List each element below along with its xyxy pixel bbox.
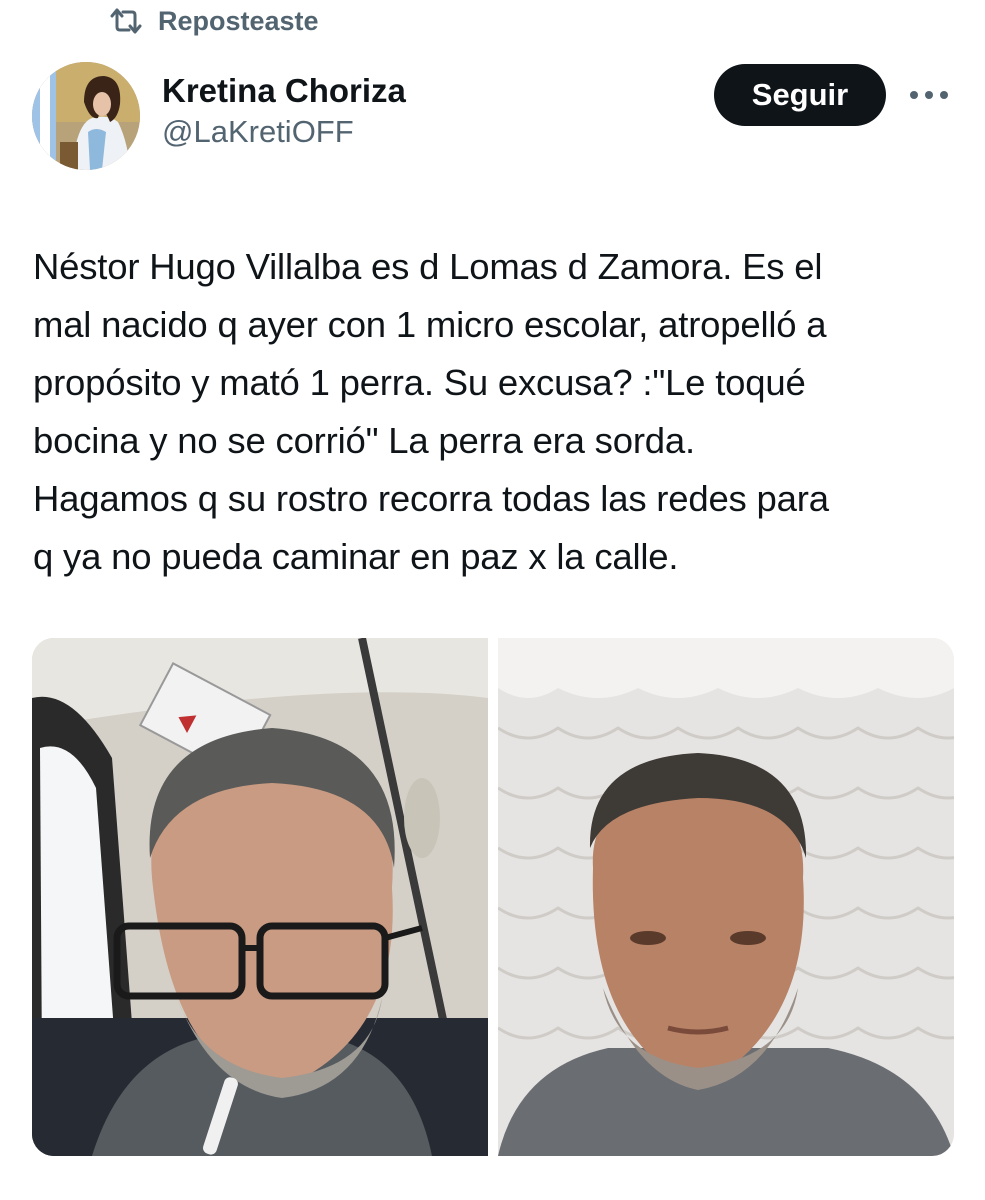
more-options-icon <box>910 91 948 99</box>
repost-indicator: Reposteaste <box>108 4 319 38</box>
author-name[interactable]: Kretina Choriza <box>162 70 406 112</box>
author-info: Kretina Choriza @LaKretiOFF <box>162 70 406 152</box>
photo-man-in-bus[interactable] <box>32 638 488 1156</box>
more-options-button[interactable] <box>906 80 952 110</box>
repost-label: Reposteaste <box>158 5 319 36</box>
tweet-text: Néstor Hugo Villalba es d Lomas d Zamora… <box>33 246 829 577</box>
photo-man-with-curtain[interactable] <box>498 638 954 1156</box>
author-avatar[interactable] <box>32 62 140 170</box>
author-handle[interactable]: @LaKretiOFF <box>162 112 406 152</box>
repost-icon <box>110 8 142 34</box>
follow-button[interactable]: Seguir <box>714 64 886 126</box>
